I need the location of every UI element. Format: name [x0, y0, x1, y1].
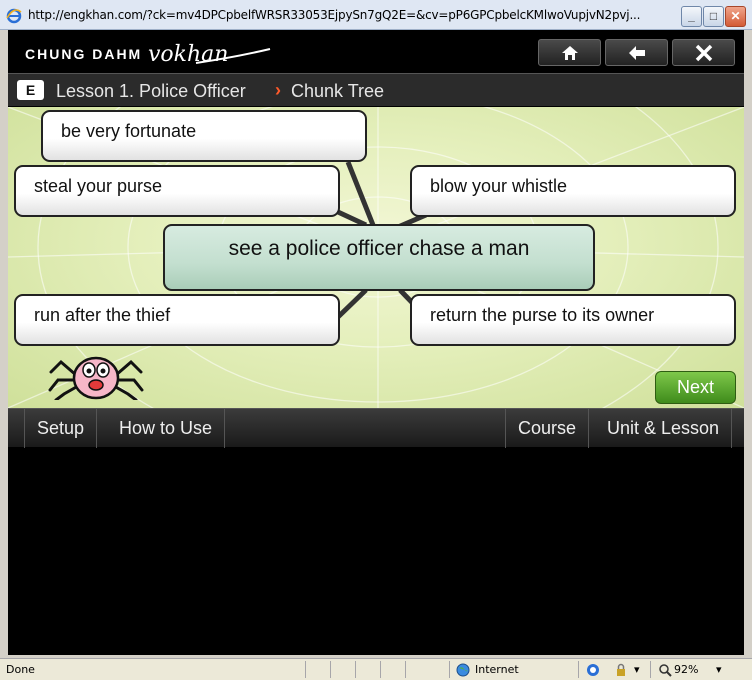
how-to-use-menu-item[interactable]: How to Use — [107, 409, 226, 448]
security-zone-label: Internet — [475, 663, 519, 676]
window-title: http://engkhan.com/?ck=mv4DPCpbelfWRSR33… — [28, 8, 641, 22]
home-button[interactable] — [538, 39, 601, 66]
home-icon — [562, 46, 578, 60]
zoom-dropdown-icon[interactable]: ▾ — [716, 663, 722, 676]
vokhan-logo: vokhan — [148, 42, 271, 67]
lesson-title: Lesson 1. Police Officer — [56, 81, 246, 101]
level-badge: E — [17, 80, 44, 100]
next-button[interactable]: Next — [655, 371, 736, 404]
chunk-card-center[interactable]: see a police officer chase a man — [163, 224, 595, 291]
maximize-icon: □ — [709, 9, 718, 23]
course-menu-item[interactable]: Course — [505, 409, 590, 448]
app-frame: CHUNG DAHM vokhan E Lesson 1. Police Off… — [8, 30, 744, 655]
bottom-menu-bar: Setup How to Use Course Unit & Lesson — [8, 408, 744, 448]
status-divider — [578, 661, 579, 678]
status-bar: Done Internet ▾ 92% ▾ — [0, 658, 752, 680]
exit-button[interactable] — [672, 39, 735, 66]
zoom-icon[interactable] — [658, 663, 672, 677]
page-title: Chunk Tree — [291, 81, 385, 101]
chunk-card-left-lower[interactable]: run after the thief — [14, 294, 340, 346]
status-divider — [355, 661, 356, 678]
spider-mascot-icon — [48, 356, 144, 400]
status-divider — [330, 661, 331, 678]
chunk-card-top[interactable]: be very fortunate — [41, 110, 367, 162]
status-divider — [305, 661, 306, 678]
chunk-tree-stage: be very fortunate steal your purse blow … — [8, 107, 744, 408]
status-divider — [449, 661, 450, 678]
brand-name: CHUNG DAHM — [25, 46, 143, 62]
status-divider — [380, 661, 381, 678]
status-divider — [405, 661, 406, 678]
breadcrumb-separator-icon: › — [275, 80, 281, 100]
unit-lesson-menu-item[interactable]: Unit & Lesson — [595, 409, 733, 448]
back-button[interactable] — [605, 39, 668, 66]
window-title-bar: http://engkhan.com/?ck=mv4DPCpbelfWRSR33… — [0, 0, 752, 30]
close-icon: ✕ — [730, 9, 741, 23]
window-close-button[interactable]: ✕ — [725, 6, 746, 27]
breadcrumb: E Lesson 1. Police Officer › Chunk Tree — [8, 73, 744, 106]
maximize-button[interactable]: □ — [703, 6, 724, 27]
globe-icon — [456, 663, 470, 677]
chunk-card-right-upper[interactable]: blow your whistle — [410, 165, 736, 217]
close-icon — [695, 44, 713, 62]
lock-icon[interactable] — [614, 663, 628, 677]
internet-explorer-icon — [6, 8, 22, 24]
logo-text: vokhan — [148, 42, 228, 67]
chevron-down-icon[interactable]: ▾ — [634, 663, 640, 676]
status-divider — [650, 661, 651, 678]
minimize-icon: _ — [688, 9, 695, 23]
app-header: CHUNG DAHM vokhan — [8, 30, 744, 73]
zoom-level[interactable]: 92% — [674, 663, 698, 676]
chunk-card-left-upper[interactable]: steal your purse — [14, 165, 340, 217]
arrow-left-icon — [629, 46, 645, 60]
minimize-button[interactable]: _ — [681, 6, 702, 27]
chunk-card-right-lower[interactable]: return the purse to its owner — [410, 294, 736, 346]
setup-menu-item[interactable]: Setup — [24, 409, 98, 448]
protected-mode-icon[interactable] — [586, 663, 600, 677]
status-text: Done — [6, 663, 35, 676]
